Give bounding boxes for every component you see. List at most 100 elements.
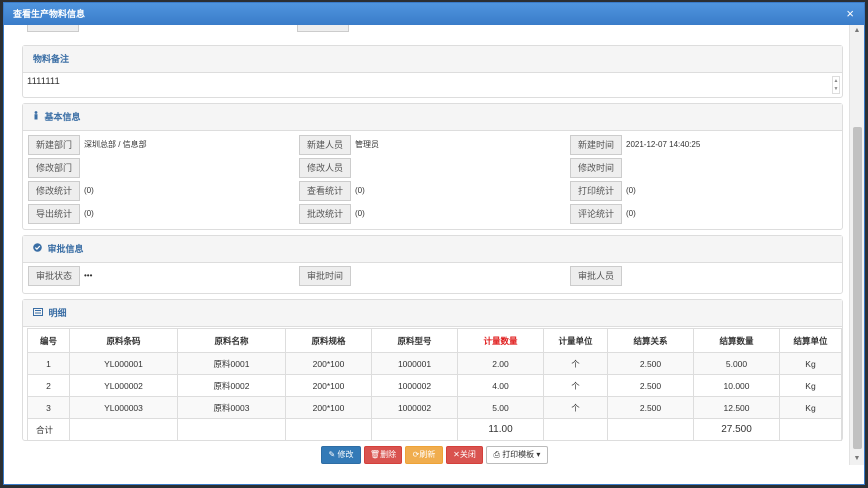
vertical-scrollbar[interactable]: ▲ ▼: [849, 25, 864, 465]
action-bar: ✎ 修改 🗑删除 ⟳刷新 ✕关闭 ⎙ 打印模板 ▾: [4, 446, 849, 465]
audit-panel: 审批信息 审批状态 ••• 审批时间 审批人员: [22, 235, 843, 294]
total-label: 合计: [27, 418, 70, 441]
hidden-field-label: [27, 25, 79, 32]
table-cell: 12.500: [693, 396, 780, 419]
detail-table: 编号 原料条码 原料名称 原料规格 原料型号 计量数量 计量单位 结算关系 结算数量 结算单位 1…: [27, 328, 842, 441]
field-label: 审批状态: [28, 266, 80, 286]
edit-icon: ✎: [328, 450, 336, 459]
basic-info-panel: 基本信息 新建部门 深圳总部 / 信息部 新建人员 管理员 新建时间 2021-12-07…: [22, 103, 843, 230]
column-header: 原料名称: [177, 328, 286, 353]
field-value: (0): [626, 209, 636, 218]
delete-button-label: 删除: [380, 450, 397, 459]
textarea-scroll-icon[interactable]: ▲ ▼: [832, 76, 840, 94]
table-row[interactable]: 2 YL000002 原料0002 200*100 1000002 4.00 个 2.500 1…: [27, 374, 842, 397]
table-body: 1 YL000001 原料0001 200*100 1000001 2.00 个 2.500 5…: [27, 352, 842, 441]
user-icon: [33, 111, 42, 122]
column-header: 结算数量: [693, 328, 780, 353]
empty-cell: [285, 418, 372, 441]
column-header: 计量数量: [457, 328, 544, 353]
field-value: (0): [626, 186, 636, 195]
dialog-titlebar[interactable]: 查看生产物料信息 ×: [4, 3, 864, 25]
table-header-row: 编号 原料条码 原料名称 原料规格 原料型号 计量数量 计量单位 结算关系 结算数量 结算单位: [27, 328, 842, 353]
column-header: 原料规格: [285, 328, 372, 353]
table-cell: 1000002: [371, 396, 458, 419]
table-row[interactable]: 3 YL000003 原料0003 200*100 1000002 5.00 个 2.500 1…: [27, 396, 842, 419]
edit-button-label: 修改: [337, 450, 354, 459]
table-cell: YL000003: [69, 396, 178, 419]
table-cell: 1: [27, 352, 70, 375]
column-header: 结算单位: [779, 328, 842, 353]
field-value: 深圳总部 / 信息部: [84, 140, 147, 149]
print-template-button[interactable]: ⎙ 打印模板 ▾: [486, 446, 548, 464]
dialog-content[interactable]: 物料备注 1111111 ▲ ▼ 基本信息 新建部门 深圳总部 / 信息部 新建人员管…: [4, 25, 849, 465]
scrollbar-thumb[interactable]: [853, 127, 862, 449]
field-label: 打印统计: [570, 181, 622, 201]
detail-title: 明细: [48, 308, 67, 318]
table-cell: 2.500: [607, 374, 694, 397]
table-cell: 3: [27, 396, 70, 419]
table-cell: 2.500: [607, 396, 694, 419]
dialog-window: 查看生产物料信息 × 物料备注 1111111 ▲ ▼ 基本信息 新建部门 深圳总部…: [3, 2, 865, 485]
empty-cell: [69, 418, 178, 441]
trash-icon: 🗑: [369, 450, 381, 459]
edit-button[interactable]: ✎ 修改: [321, 446, 361, 464]
delete-button[interactable]: 🗑删除: [364, 446, 402, 464]
table-cell: 原料0003: [177, 396, 286, 419]
hidden-field-label: [297, 25, 349, 32]
field-label: 修改时间: [570, 158, 622, 178]
basic-info-panel-head: 基本信息: [23, 104, 842, 131]
field-label: 审批时间: [299, 266, 351, 286]
total-quantity: 11.00: [457, 418, 544, 441]
remarks-panel-title: 物料备注: [23, 46, 842, 73]
field-value: 管理员: [355, 140, 379, 149]
table-cell: 10.000: [693, 374, 780, 397]
field-value: (0): [84, 209, 94, 218]
field-label: 评论统计: [570, 204, 622, 224]
empty-cell: [371, 418, 458, 441]
table-cell: 1000001: [371, 352, 458, 375]
check-circle-icon: [33, 243, 45, 254]
scroll-down-icon[interactable]: ▼: [850, 453, 864, 465]
field-label: 新建部门: [28, 135, 80, 155]
table-cell: 个: [543, 374, 608, 397]
scroll-up-icon[interactable]: ▲: [850, 25, 864, 37]
table-cell: Kg: [779, 396, 842, 419]
remarks-textarea[interactable]: 1111111: [23, 73, 842, 97]
print-icon: ⎙: [493, 450, 500, 459]
basic-info-title: 基本信息: [44, 112, 81, 122]
field-value: (0): [84, 186, 94, 195]
field-label: 批改统计: [299, 204, 351, 224]
column-header: 计量单位: [543, 328, 608, 353]
table-cell: 5.00: [457, 396, 544, 419]
total-settlement: 27.500: [693, 418, 780, 441]
field-label: 修改统计: [28, 181, 80, 201]
table-cell: YL000002: [69, 374, 178, 397]
field-label: 修改人员: [299, 158, 351, 178]
table-cell: Kg: [779, 352, 842, 375]
audit-title: 审批信息: [47, 244, 84, 254]
table-total-row: 合计 11.00 27.500: [27, 418, 842, 441]
remarks-panel: 物料备注 1111111 ▲ ▼: [22, 45, 843, 98]
table-cell: 2.00: [457, 352, 544, 375]
table-cell: 个: [543, 396, 608, 419]
table-cell: 原料0001: [177, 352, 286, 375]
print-button-label: 打印模板: [502, 450, 535, 459]
table-cell: Kg: [779, 374, 842, 397]
table-row[interactable]: 1 YL000001 原料0001 200*100 1000001 2.00 个 2.500 5…: [27, 352, 842, 375]
table-cell: 个: [543, 352, 608, 375]
refresh-button-label: 刷新: [419, 450, 436, 459]
close-icon[interactable]: ×: [846, 3, 854, 25]
table-cell: 1000002: [371, 374, 458, 397]
refresh-button[interactable]: ⟳刷新: [405, 446, 443, 464]
close-button-label: 关闭: [459, 450, 476, 459]
empty-cell: [543, 418, 608, 441]
close-icon: ✕: [453, 450, 460, 459]
field-value: (0): [355, 209, 365, 218]
field-value: (0): [355, 186, 365, 195]
field-label: 新建人员: [299, 135, 351, 155]
table-cell: 2.500: [607, 352, 694, 375]
table-cell: 200*100: [285, 352, 372, 375]
table-cell: 200*100: [285, 396, 372, 419]
column-header: 原料条码: [69, 328, 178, 353]
close-button[interactable]: ✕关闭: [446, 446, 483, 464]
